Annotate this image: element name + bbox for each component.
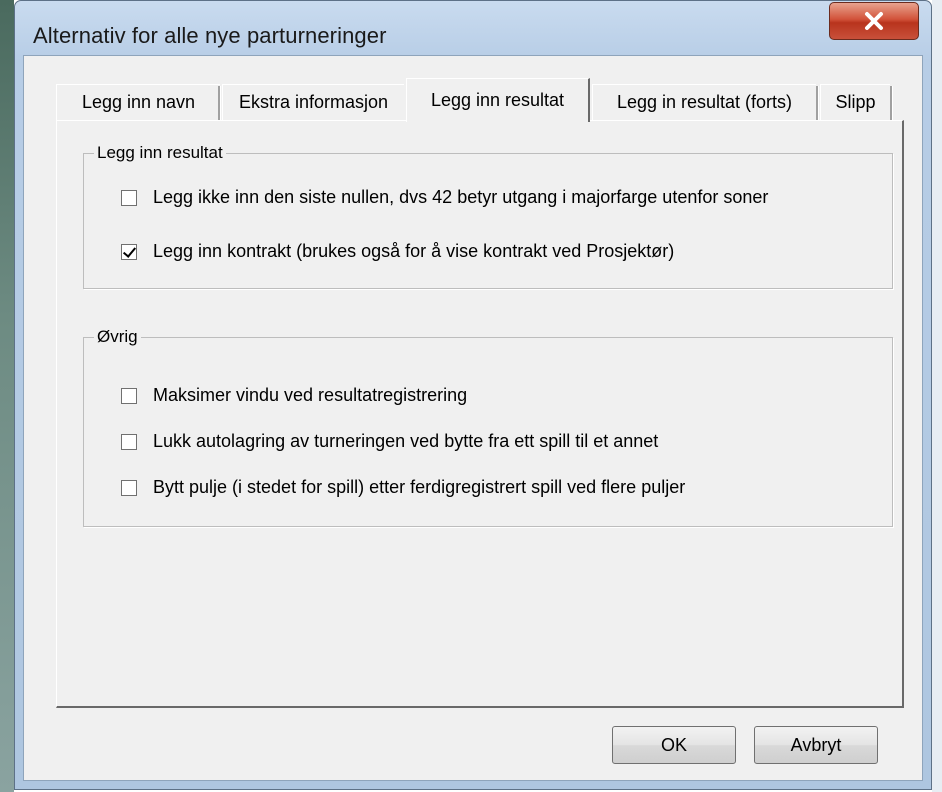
- tab-label: Legg inn resultat: [430, 90, 565, 110]
- window-title: Alternativ for alle nye parturneringer: [33, 23, 387, 48]
- option-label: Legg ikke inn den siste nullen, dvs 42 b…: [153, 187, 769, 207]
- checkbox[interactable]: [121, 433, 137, 450]
- option-skip-last-zero[interactable]: Legg ikke inn den siste nullen, dvs 42 b…: [121, 187, 768, 208]
- tab-legg-in-resultat-forts[interactable]: Legg in resultat (forts): [592, 84, 816, 120]
- group-label: Øvrig: [97, 327, 138, 346]
- close-icon: [865, 12, 883, 30]
- cancel-button[interactable]: Avbryt: [754, 726, 878, 764]
- tab-legg-inn-navn[interactable]: Legg inn navn: [56, 84, 220, 120]
- checkbox[interactable]: [121, 387, 137, 404]
- option-label: Bytt pulje (i stedet for spill) etter fe…: [153, 477, 686, 497]
- tab-separator: [218, 86, 221, 120]
- tab-slipp[interactable]: Slipp: [820, 84, 890, 120]
- option-label: Legg inn kontrakt (brukes også for å vis…: [153, 241, 675, 261]
- options-dialog: Alternativ for alle nye parturneringer L…: [14, 0, 932, 790]
- checkbox[interactable]: [121, 189, 137, 206]
- tab-panel: Legg inn resultat Legg ikke inn den sist…: [56, 120, 904, 708]
- option-label: Maksimer vindu ved resultatregistrering: [153, 385, 468, 405]
- background-right-edge: [932, 0, 942, 792]
- option-switch-pool[interactable]: Bytt pulje (i stedet for spill) etter fe…: [121, 477, 685, 498]
- option-label: Lukk autolagring av turneringen ved bytt…: [153, 431, 659, 451]
- tab-legg-inn-resultat[interactable]: Legg inn resultat: [406, 78, 590, 122]
- option-maximize-window[interactable]: Maksimer vindu ved resultatregistrering: [121, 385, 467, 406]
- checkbox-checked[interactable]: [121, 243, 137, 260]
- ok-button[interactable]: OK: [612, 726, 736, 764]
- title-bar[interactable]: Alternativ for alle nye parturneringer: [15, 1, 931, 59]
- tab-separator: [890, 86, 893, 120]
- group-legg-inn-resultat: Legg inn resultat: [83, 143, 893, 289]
- close-button[interactable]: [829, 2, 919, 40]
- tab-separator: [816, 86, 819, 120]
- tab-label: Legg in resultat (forts): [616, 92, 793, 112]
- option-enter-contract[interactable]: Legg inn kontrakt (brukes også for å vis…: [121, 241, 674, 262]
- tab-ekstra-informasjon[interactable]: Ekstra informasjon: [222, 84, 404, 120]
- tab-label: Slipp: [835, 92, 876, 112]
- checkbox[interactable]: [121, 479, 137, 496]
- tab-label: Ekstra informasjon: [238, 92, 389, 112]
- dialog-client-area: Legg inn navn Ekstra informasjon Legg in…: [23, 55, 923, 781]
- background-desktop-edge: [0, 0, 14, 792]
- tab-label: Legg inn navn: [81, 92, 196, 112]
- group-label: Legg inn resultat: [97, 143, 223, 162]
- option-close-autosave[interactable]: Lukk autolagring av turneringen ved bytt…: [121, 431, 658, 452]
